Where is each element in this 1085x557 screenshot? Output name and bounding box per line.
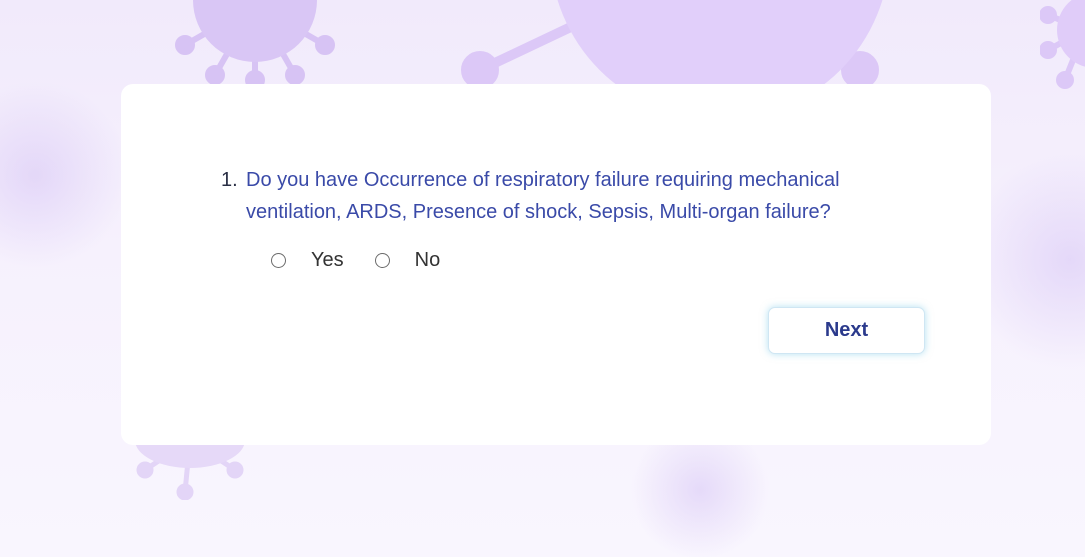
option-no[interactable]: No (374, 249, 441, 272)
question: 1. Do you have Occurrence of respiratory… (221, 164, 881, 228)
virus-icon (175, 0, 335, 90)
option-yes[interactable]: Yes (271, 249, 344, 272)
no-radio[interactable] (374, 253, 390, 268)
next-button[interactable]: Next (768, 307, 925, 354)
answer-options: Yes No (271, 249, 440, 272)
question-text: Do you have Occurrence of respiratory fa… (246, 169, 840, 223)
yes-label[interactable]: Yes (311, 249, 344, 272)
yes-radio[interactable] (271, 253, 286, 268)
question-number: 1. (221, 169, 238, 191)
background-blur (0, 80, 130, 270)
no-label[interactable]: No (415, 249, 441, 272)
virus-icon (1040, 0, 1085, 89)
question-card: 1. Do you have Occurrence of respiratory… (121, 84, 991, 445)
